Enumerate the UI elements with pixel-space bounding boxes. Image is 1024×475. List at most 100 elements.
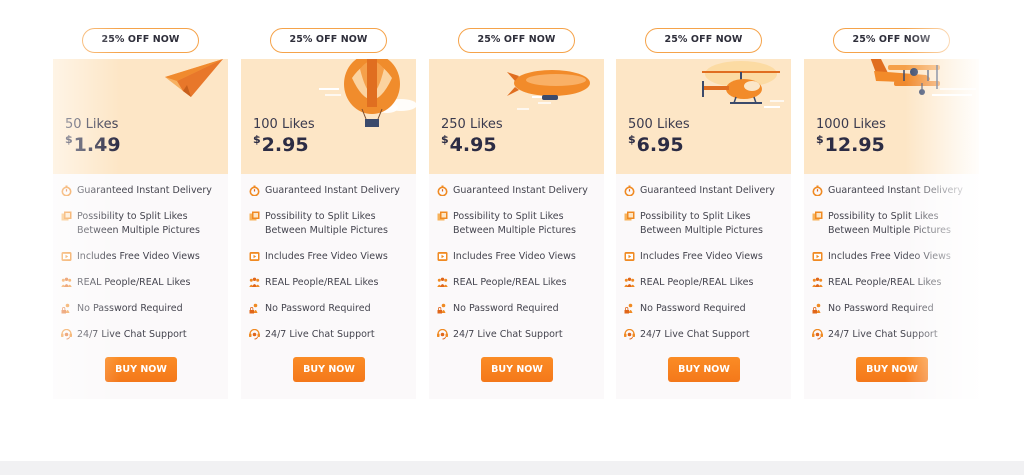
- no-password-icon: [249, 303, 260, 314]
- no-password-icon: [812, 303, 823, 314]
- likes-count: 50 Likes: [65, 117, 119, 132]
- feature-label: Includes Free Video Views: [828, 251, 951, 262]
- feature-item: REAL People/REAL Likes: [249, 276, 414, 290]
- feature-label: REAL People/REAL Likes: [77, 277, 191, 288]
- feature-item: Possibility to Split Likes Between Multi…: [249, 210, 414, 238]
- discount-badge: 25% OFF NOW: [82, 28, 199, 53]
- stopwatch-icon: [61, 185, 72, 197]
- feature-item: REAL People/REAL Likes: [812, 276, 977, 290]
- feature-label: Possibility to Split Likes Between Multi…: [453, 211, 576, 236]
- feature-item: Guaranteed Instant Delivery: [61, 184, 226, 198]
- feature-label: 24/7 Live Chat Support: [828, 329, 938, 340]
- currency-symbol: $: [253, 133, 261, 146]
- people-icon: [812, 277, 823, 288]
- stopwatch-icon: [437, 185, 448, 197]
- feature-item: No Password Required: [437, 302, 602, 316]
- price: $2.95: [253, 133, 309, 156]
- feature-item: Possibility to Split Likes Between Multi…: [437, 210, 602, 238]
- feature-item: Guaranteed Instant Delivery: [437, 184, 602, 198]
- video-icon: [812, 251, 823, 262]
- currency-symbol: $: [816, 133, 824, 146]
- discount-badge: 25% OFF NOW: [645, 28, 762, 53]
- price-amount: 12.95: [824, 134, 885, 156]
- video-icon: [61, 251, 72, 262]
- likes-count: 250 Likes: [441, 117, 503, 132]
- chat-support-icon: [624, 328, 635, 340]
- buy-now-button[interactable]: BUY NOW: [481, 357, 553, 382]
- feature-item: Includes Free Video Views: [812, 250, 977, 264]
- feature-label: Guaranteed Instant Delivery: [265, 185, 400, 196]
- feature-item: Includes Free Video Views: [437, 250, 602, 264]
- feature-item: REAL People/REAL Likes: [624, 276, 789, 290]
- pricing-card: 25% OFF NOW 250 Likes $4.95 Guaranteed Inst…: [429, 28, 604, 400]
- chat-support-icon: [437, 328, 448, 340]
- feature-item: REAL People/REAL Likes: [61, 276, 226, 290]
- currency-symbol: $: [441, 133, 449, 146]
- feature-label: Possibility to Split Likes Between Multi…: [828, 211, 951, 236]
- pictures-icon: [812, 211, 823, 222]
- feature-item: No Password Required: [624, 302, 789, 316]
- feature-label: Possibility to Split Likes Between Multi…: [77, 211, 200, 236]
- feature-label: 24/7 Live Chat Support: [640, 329, 750, 340]
- feature-label: No Password Required: [77, 303, 183, 314]
- feature-label: Guaranteed Instant Delivery: [77, 185, 212, 196]
- feature-item: No Password Required: [61, 302, 226, 316]
- feature-item: Guaranteed Instant Delivery: [812, 184, 977, 198]
- feature-label: 24/7 Live Chat Support: [265, 329, 375, 340]
- video-icon: [437, 251, 448, 262]
- currency-symbol: $: [65, 133, 73, 146]
- pricing-card: 25% OFF NOW 100 Likes $2.95 Guaranteed Inst…: [241, 28, 416, 400]
- feature-item: No Password Required: [249, 302, 414, 316]
- feature-label: No Password Required: [265, 303, 371, 314]
- feature-item: Includes Free Video Views: [249, 250, 414, 264]
- people-icon: [249, 277, 260, 288]
- feature-label: Guaranteed Instant Delivery: [640, 185, 775, 196]
- likes-count: 100 Likes: [253, 117, 315, 132]
- buy-now-button[interactable]: BUY NOW: [293, 357, 365, 382]
- price: $4.95: [441, 133, 497, 156]
- buy-now-button[interactable]: BUY NOW: [668, 357, 740, 382]
- feature-item: 24/7 Live Chat Support: [437, 328, 602, 342]
- pricing-card: 25% OFF NOW 1000 Likes $12.95 Guaranteed In…: [804, 28, 979, 400]
- feature-item: Includes Free Video Views: [61, 250, 226, 264]
- people-icon: [437, 277, 448, 288]
- feature-item: Guaranteed Instant Delivery: [249, 184, 414, 198]
- price-amount: 4.95: [449, 134, 497, 156]
- no-password-icon: [61, 303, 72, 314]
- feature-item: REAL People/REAL Likes: [437, 276, 602, 290]
- price: $6.95: [628, 133, 684, 156]
- feature-item: No Password Required: [812, 302, 977, 316]
- feature-label: Possibility to Split Likes Between Multi…: [640, 211, 763, 236]
- feature-label: REAL People/REAL Likes: [828, 277, 942, 288]
- feature-label: Guaranteed Instant Delivery: [828, 185, 963, 196]
- discount-badge: 25% OFF NOW: [458, 28, 575, 53]
- people-icon: [624, 277, 635, 288]
- feature-label: No Password Required: [828, 303, 934, 314]
- buy-now-button[interactable]: BUY NOW: [105, 357, 177, 382]
- feature-label: No Password Required: [640, 303, 746, 314]
- chat-support-icon: [61, 328, 72, 340]
- pricing-section: 25% OFF NOW 50 Likes $1.49 Guaranteed Insta…: [0, 0, 1024, 475]
- footer-band: [0, 461, 1024, 475]
- feature-label: REAL People/REAL Likes: [453, 277, 567, 288]
- likes-count: 1000 Likes: [816, 117, 886, 132]
- feature-label: Includes Free Video Views: [453, 251, 576, 262]
- pictures-icon: [624, 211, 635, 222]
- stopwatch-icon: [624, 185, 635, 197]
- feature-label: 24/7 Live Chat Support: [77, 329, 187, 340]
- feature-label: Guaranteed Instant Delivery: [453, 185, 588, 196]
- feature-label: Possibility to Split Likes Between Multi…: [265, 211, 388, 236]
- people-icon: [61, 277, 72, 288]
- feature-item: Includes Free Video Views: [624, 250, 789, 264]
- chat-support-icon: [812, 328, 823, 340]
- feature-label: REAL People/REAL Likes: [265, 277, 379, 288]
- feature-item: 24/7 Live Chat Support: [624, 328, 789, 342]
- feature-item: 24/7 Live Chat Support: [61, 328, 226, 342]
- discount-badge: 25% OFF NOW: [270, 28, 387, 53]
- pictures-icon: [437, 211, 448, 222]
- feature-item: 24/7 Live Chat Support: [249, 328, 414, 342]
- pictures-icon: [61, 211, 72, 222]
- buy-now-button[interactable]: BUY NOW: [856, 357, 928, 382]
- feature-label: 24/7 Live Chat Support: [453, 329, 563, 340]
- no-password-icon: [624, 303, 635, 314]
